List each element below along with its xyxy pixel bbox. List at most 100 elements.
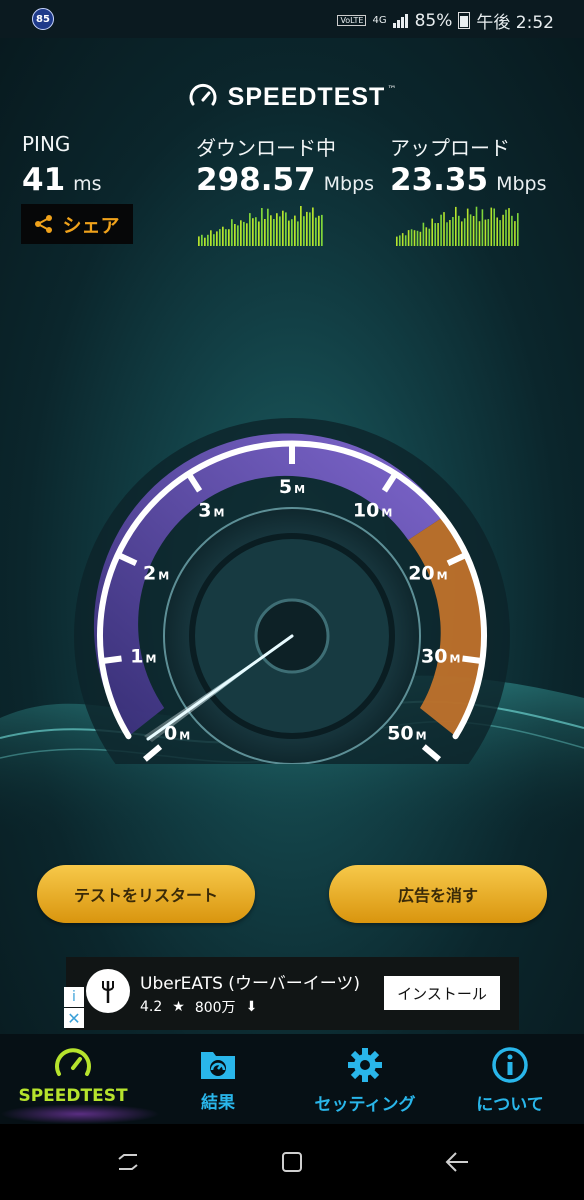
graph-bar xyxy=(318,215,320,246)
graph-bar xyxy=(291,219,293,246)
graph-bar xyxy=(231,219,233,246)
clock: 午後 2:52 xyxy=(476,13,554,33)
graph-bar xyxy=(264,219,266,246)
volte-icon: VoLTE xyxy=(337,15,367,26)
graph-bar xyxy=(237,225,239,246)
graph-bar xyxy=(425,227,428,246)
download-arrow-icon: ⬇ xyxy=(245,999,258,1015)
ad-close-icon[interactable]: ✕ xyxy=(64,1008,84,1028)
ping-value: 41 xyxy=(22,162,66,198)
nav-tab-settings[interactable]: セッティング xyxy=(295,1046,435,1136)
graph-bar xyxy=(469,214,472,246)
graph-bar xyxy=(416,230,419,246)
trademark: ™ xyxy=(387,85,397,95)
download-unit: Mbps xyxy=(323,173,375,195)
graph-bar xyxy=(270,215,272,246)
graph-bar xyxy=(514,221,516,246)
graph-bar xyxy=(413,230,416,246)
graph-bar xyxy=(207,234,209,246)
system-nav-bar xyxy=(0,1124,584,1200)
speedtest-screen: SPEEDTEST ™ PING 41 ms ダウンロード中 298.57 Mbps… xyxy=(0,38,584,1034)
graph-bar xyxy=(511,215,513,246)
graph-bar xyxy=(437,223,439,246)
graph-bar xyxy=(455,206,457,246)
upload-value-group: 23.35 Mbps xyxy=(390,162,546,198)
download-value: 298.57 xyxy=(196,162,316,198)
back-icon[interactable] xyxy=(444,1150,470,1174)
graph-bar xyxy=(396,236,398,246)
graph-bar xyxy=(249,213,251,246)
graph-bar xyxy=(428,228,431,246)
home-icon[interactable] xyxy=(280,1150,304,1174)
graph-bar xyxy=(240,220,242,246)
graph-bar xyxy=(303,216,305,246)
install-button[interactable]: インストール xyxy=(384,976,500,1010)
graph-bar xyxy=(252,218,254,246)
speedtest-logo: SPEEDTEST ™ xyxy=(0,82,584,112)
graph-bar xyxy=(213,234,215,246)
notification-badge: 85 xyxy=(32,8,54,30)
graph-bar xyxy=(466,208,469,246)
restart-test-button[interactable]: テストをリスタート xyxy=(37,865,255,923)
signal-icon xyxy=(392,13,408,28)
graph-bar xyxy=(261,208,263,246)
ping-unit: ms xyxy=(73,173,102,195)
graph-bar xyxy=(487,219,490,246)
graph-bar xyxy=(484,219,487,246)
graph-bar xyxy=(443,212,445,246)
graph-bar xyxy=(309,212,311,246)
share-icon xyxy=(35,215,53,233)
ad-meta: 4.2 ★ 800万 ⬇ xyxy=(140,997,257,1017)
graph-bar xyxy=(210,230,212,246)
share-button[interactable]: シェア xyxy=(21,204,133,244)
graph-bar xyxy=(228,229,230,246)
gauge-tick xyxy=(101,655,122,665)
remove-ads-button[interactable]: 広告を消す xyxy=(329,865,547,923)
graph-bar xyxy=(282,210,284,246)
results-icon xyxy=(201,1052,235,1079)
graph-bar xyxy=(517,213,519,246)
nav-tab-speedtest[interactable]: SPEEDTEST xyxy=(8,1046,138,1136)
graph-bar xyxy=(449,220,451,246)
graph-bar xyxy=(496,217,498,246)
graph-bar xyxy=(258,221,260,246)
graph-bar xyxy=(294,215,296,246)
graph-bar xyxy=(243,221,245,246)
graph-bar xyxy=(401,233,404,246)
nav-tab-results[interactable]: 結果 xyxy=(168,1046,268,1136)
graph-bar xyxy=(219,229,221,246)
graph-bar xyxy=(493,208,495,246)
nav-label-settings: セッティング xyxy=(314,1095,416,1115)
graph-bar xyxy=(502,214,504,246)
graph-bar xyxy=(481,209,484,246)
graph-bar xyxy=(273,219,275,246)
download-graph xyxy=(198,206,323,246)
graph-bar xyxy=(472,216,475,246)
ad-banner[interactable]: i ✕ UberEATS (ウーバーイーツ) 4.2 ★ 800万 ⬇ インスト… xyxy=(64,957,519,1030)
graph-bar xyxy=(399,235,401,246)
fork-icon xyxy=(102,981,114,1003)
graph-bar xyxy=(458,215,460,246)
gauge-tick xyxy=(462,655,483,665)
status-icons: VoLTE 4G 85% 午後 2:52 xyxy=(337,8,554,33)
gear-icon xyxy=(348,1048,382,1082)
graph-bar xyxy=(276,213,278,246)
ping-value-group: 41 ms xyxy=(22,162,102,198)
graph-bar xyxy=(499,220,501,246)
recent-apps-icon[interactable] xyxy=(116,1150,140,1174)
upload-unit: Mbps xyxy=(496,173,547,195)
graph-bar xyxy=(440,214,442,246)
star-icon: ★ xyxy=(172,999,185,1015)
ad-info-icon[interactable]: i xyxy=(64,987,84,1007)
graph-bar xyxy=(300,206,302,246)
share-label: シェア xyxy=(62,214,120,237)
graph-bar xyxy=(222,226,224,246)
logo-text: SPEEDTEST xyxy=(227,82,386,111)
graph-bar xyxy=(452,217,454,246)
nav-label-about: について xyxy=(476,1095,544,1115)
upload-label: アップロード xyxy=(390,136,510,160)
upload-value: 23.35 xyxy=(390,162,489,198)
nav-tab-about[interactable]: について xyxy=(460,1046,560,1136)
ad-rating: 4.2 xyxy=(140,999,163,1015)
graph-bar xyxy=(201,234,203,246)
